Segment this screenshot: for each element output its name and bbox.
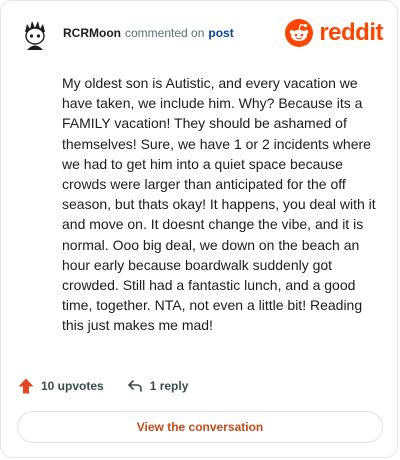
reply-count: 1 reply — [149, 379, 189, 393]
upvote-button[interactable]: 10 upvotes — [17, 377, 104, 395]
username-link[interactable]: RCRMoon — [63, 26, 121, 40]
view-conversation-button[interactable]: View the conversation — [17, 411, 383, 443]
reply-arrow-icon — [127, 380, 142, 392]
reddit-wordmark: reddit — [319, 19, 383, 46]
avatar-icon — [18, 18, 52, 52]
comment-header: RCRMoon commented on post reddit — [17, 15, 383, 55]
comment-body: My oldest son is Autistic, and every vac… — [62, 75, 376, 334]
reply-button[interactable]: 1 reply — [126, 377, 189, 395]
reddit-brand[interactable]: reddit — [285, 19, 383, 47]
commented-on-text: commented on — [124, 26, 205, 40]
upvote-arrow-icon — [18, 378, 34, 394]
avatar[interactable] — [17, 17, 53, 53]
comment-meta: RCRMoon commented on post — [63, 26, 234, 40]
comment-card: RCRMoon commented on post reddit My olde… — [0, 0, 398, 458]
post-link[interactable]: post — [208, 26, 233, 40]
reddit-logo-icon — [285, 19, 314, 47]
upvotes-count: 10 upvotes — [41, 379, 104, 393]
comment-actions: 10 upvotes 1 reply — [17, 377, 188, 395]
